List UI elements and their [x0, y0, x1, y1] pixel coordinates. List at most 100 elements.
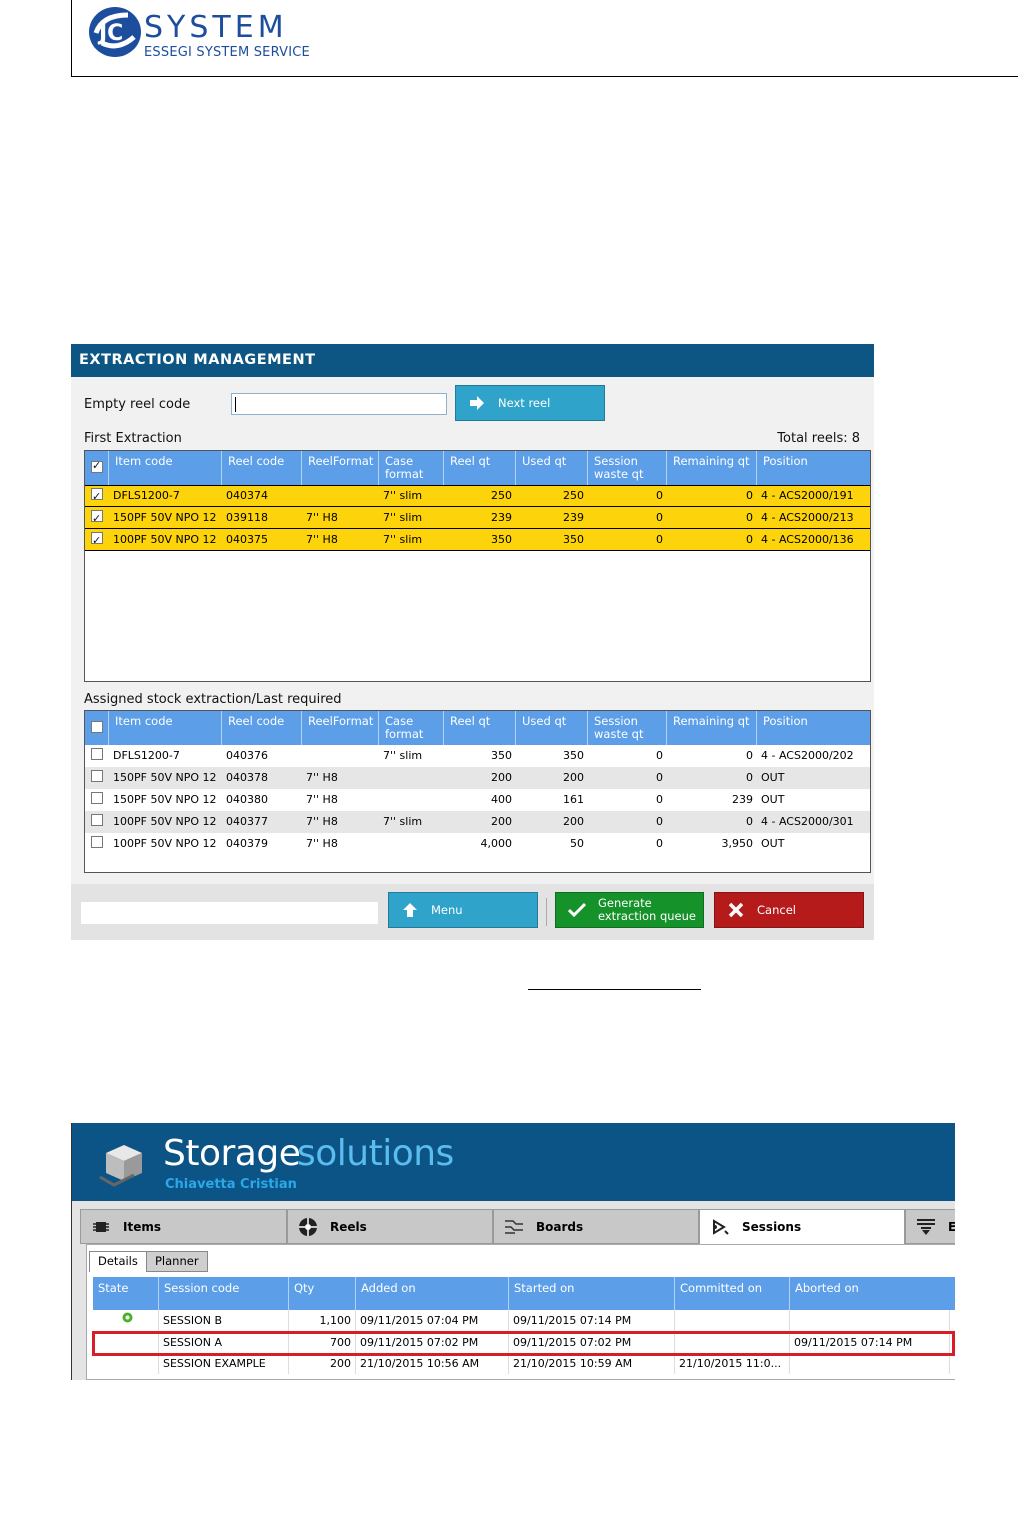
arrow-up-icon	[395, 902, 425, 918]
select-all-checkbox[interactable]	[85, 451, 109, 485]
row-checkbox[interactable]	[85, 745, 109, 767]
storage-title-part2: solutions	[297, 1133, 454, 1174]
col-case-format[interactable]: Case format	[379, 711, 444, 745]
cell-position: OUT	[761, 793, 785, 806]
table-row[interactable]: DFLS1200-7 040376 7'' slim 350 350 0 0 4 - ACS2…	[85, 745, 870, 767]
table-row[interactable]: SESSION B 1,100 09/11/2015 07:04 PM 09/11/2…	[93, 1310, 955, 1332]
row-checkbox[interactable]	[85, 789, 109, 811]
col-remaining-qt[interactable]: Remaining qt	[667, 711, 757, 745]
col-remaining-qt[interactable]: Remaining qt	[667, 451, 757, 485]
cell-waste: 0	[656, 749, 663, 762]
empty-reel-label: Empty reel code	[84, 397, 191, 412]
cell-added: 09/11/2015 07:04 PM	[356, 1310, 509, 1332]
menu-button[interactable]: Menu	[388, 892, 538, 928]
col-started-on[interactable]: Started on	[509, 1277, 675, 1310]
cell-waste: 0	[656, 510, 663, 524]
logo-subtitle: ESSEGI SYSTEM SERVICE	[144, 45, 310, 60]
tab-reels[interactable]: Reels	[287, 1209, 493, 1244]
col-position[interactable]: Position	[757, 711, 870, 745]
col-committed-on[interactable]: Committed on	[675, 1277, 790, 1310]
col-added-on[interactable]: Added on	[356, 1277, 509, 1310]
tab-items[interactable]: Items	[80, 1209, 287, 1244]
col-reel-code[interactable]: Reel code	[222, 711, 302, 745]
cell-remaining: 239	[732, 793, 753, 806]
col-session-waste[interactable]: Session waste qt	[588, 451, 667, 485]
col-used-qt[interactable]: Used qt	[516, 451, 588, 485]
col-reel-code[interactable]: Reel code	[222, 451, 302, 485]
table-row[interactable]: DFLS1200-7 040374 7'' slim 250 250 0 0 4 - ACS2…	[85, 485, 870, 507]
table-row[interactable]: 100PF 50V NPO 12 040377 7'' H8 7'' slim 200 2…	[85, 811, 870, 833]
col-reel-qt[interactable]: Reel qt	[444, 711, 516, 745]
cell-reel: 040376	[226, 749, 268, 762]
select-all-checkbox[interactable]	[85, 711, 109, 745]
tab-extra[interactable]: E	[905, 1209, 955, 1244]
cell-used: 200	[563, 771, 584, 784]
text-caret	[235, 397, 236, 412]
row-checkbox[interactable]	[85, 811, 109, 833]
subtab-details[interactable]: Details	[89, 1251, 147, 1272]
cell-item: 150PF 50V NPO 12	[113, 510, 217, 524]
caption-underline	[528, 989, 701, 990]
assigned-label: Assigned stock extraction/Last required	[84, 692, 342, 707]
filter-icon	[916, 1217, 936, 1237]
generate-extraction-queue-button[interactable]: Generate extraction queue	[555, 892, 704, 928]
row-checkbox[interactable]	[85, 485, 109, 507]
col-reel-format[interactable]: ReelFormat	[302, 451, 379, 485]
cell-format	[302, 485, 379, 507]
cell-reel-qt: 200	[491, 771, 512, 784]
first-extraction-label: First Extraction	[84, 431, 182, 446]
separator	[546, 898, 547, 926]
col-qty[interactable]: Qty	[289, 1277, 356, 1310]
cell-format: 7'' H8	[306, 837, 338, 850]
row-checkbox[interactable]	[85, 767, 109, 789]
table-row[interactable]: 100PF 50V NPO 12 040375 7'' H8 7'' slim 350 3…	[85, 529, 870, 551]
board-icon	[504, 1217, 524, 1237]
col-aborted-on[interactable]: Aborted on	[790, 1277, 950, 1310]
col-item-code[interactable]: Item code	[109, 711, 222, 745]
generate-label: Generate extraction queue	[598, 897, 696, 923]
table-row[interactable]: 150PF 50V NPO 12 039118 7'' H8 7'' slim 239 2…	[85, 507, 870, 529]
col-reel-qt[interactable]: Reel qt	[444, 451, 516, 485]
tab-boards[interactable]: Boards	[493, 1209, 699, 1244]
cell-case	[379, 789, 444, 811]
cancel-button[interactable]: Cancel	[714, 892, 864, 928]
empty-reel-input[interactable]	[231, 393, 447, 415]
table-row[interactable]: SESSION EXAMPLE 200 21/10/2015 10:56 AM 21/…	[93, 1353, 955, 1375]
col-case-format[interactable]: Case format	[379, 451, 444, 485]
row-checkbox[interactable]	[85, 833, 109, 855]
highlight-box	[92, 1331, 955, 1356]
cell-format: 7'' H8	[306, 771, 338, 784]
table-row[interactable]: 150PF 50V NPO 12 040378 7'' H8 200 200 0 0 OUT	[85, 767, 870, 789]
row-checkbox[interactable]	[85, 507, 109, 529]
assigned-extraction-rows: DFLS1200-7 040376 7'' slim 350 350 0 0 4 - ACS2…	[85, 745, 870, 855]
chip-icon	[91, 1217, 111, 1237]
col-used-qt[interactable]: Used qt	[516, 711, 588, 745]
col-reel-format[interactable]: ReelFormat	[302, 711, 379, 745]
col-session-code[interactable]: Session code	[159, 1277, 289, 1310]
logo-wordmark: SYSTEM	[144, 10, 288, 45]
cell-waste: 0	[656, 815, 663, 828]
tab-boards-label: Boards	[536, 1219, 584, 1234]
next-reel-button[interactable]: Next reel	[455, 385, 605, 421]
cell-used: 200	[563, 815, 584, 828]
table-row[interactable]: 100PF 50V NPO 12 040379 7'' H8 4,000 50 0 3,95…	[85, 833, 870, 855]
row-checkbox[interactable]	[85, 529, 109, 551]
cell-reel: 040379	[226, 837, 268, 850]
cell-item: 100PF 50V NPO 12	[113, 815, 217, 828]
cell-waste: 0	[656, 532, 663, 546]
col-session-waste[interactable]: Session waste qt	[588, 711, 667, 745]
subtab-planner[interactable]: Planner	[146, 1251, 208, 1272]
checkmark-icon	[562, 902, 592, 918]
col-item-code[interactable]: Item code	[109, 451, 222, 485]
col-state[interactable]: State	[93, 1277, 159, 1310]
table-row[interactable]: 150PF 50V NPO 12 040380 7'' H8 400 161 0 239 OU…	[85, 789, 870, 811]
col-position[interactable]: Position	[757, 451, 870, 485]
storage-header: Storage solutions Chiavetta Cristian	[72, 1123, 955, 1201]
cell-reel: 040378	[226, 771, 268, 784]
cell-added: 21/10/2015 10:56 AM	[356, 1353, 509, 1375]
cell-committed: 21/10/2015 11:0...	[675, 1353, 790, 1375]
tab-sessions[interactable]: Sessions	[699, 1209, 905, 1244]
sessions-grid: State Session code Qty Added on Started …	[93, 1277, 955, 1375]
grid-header: Item code Reel code ReelFormat Case form…	[85, 711, 870, 745]
tab-extra-label: E	[948, 1220, 955, 1234]
